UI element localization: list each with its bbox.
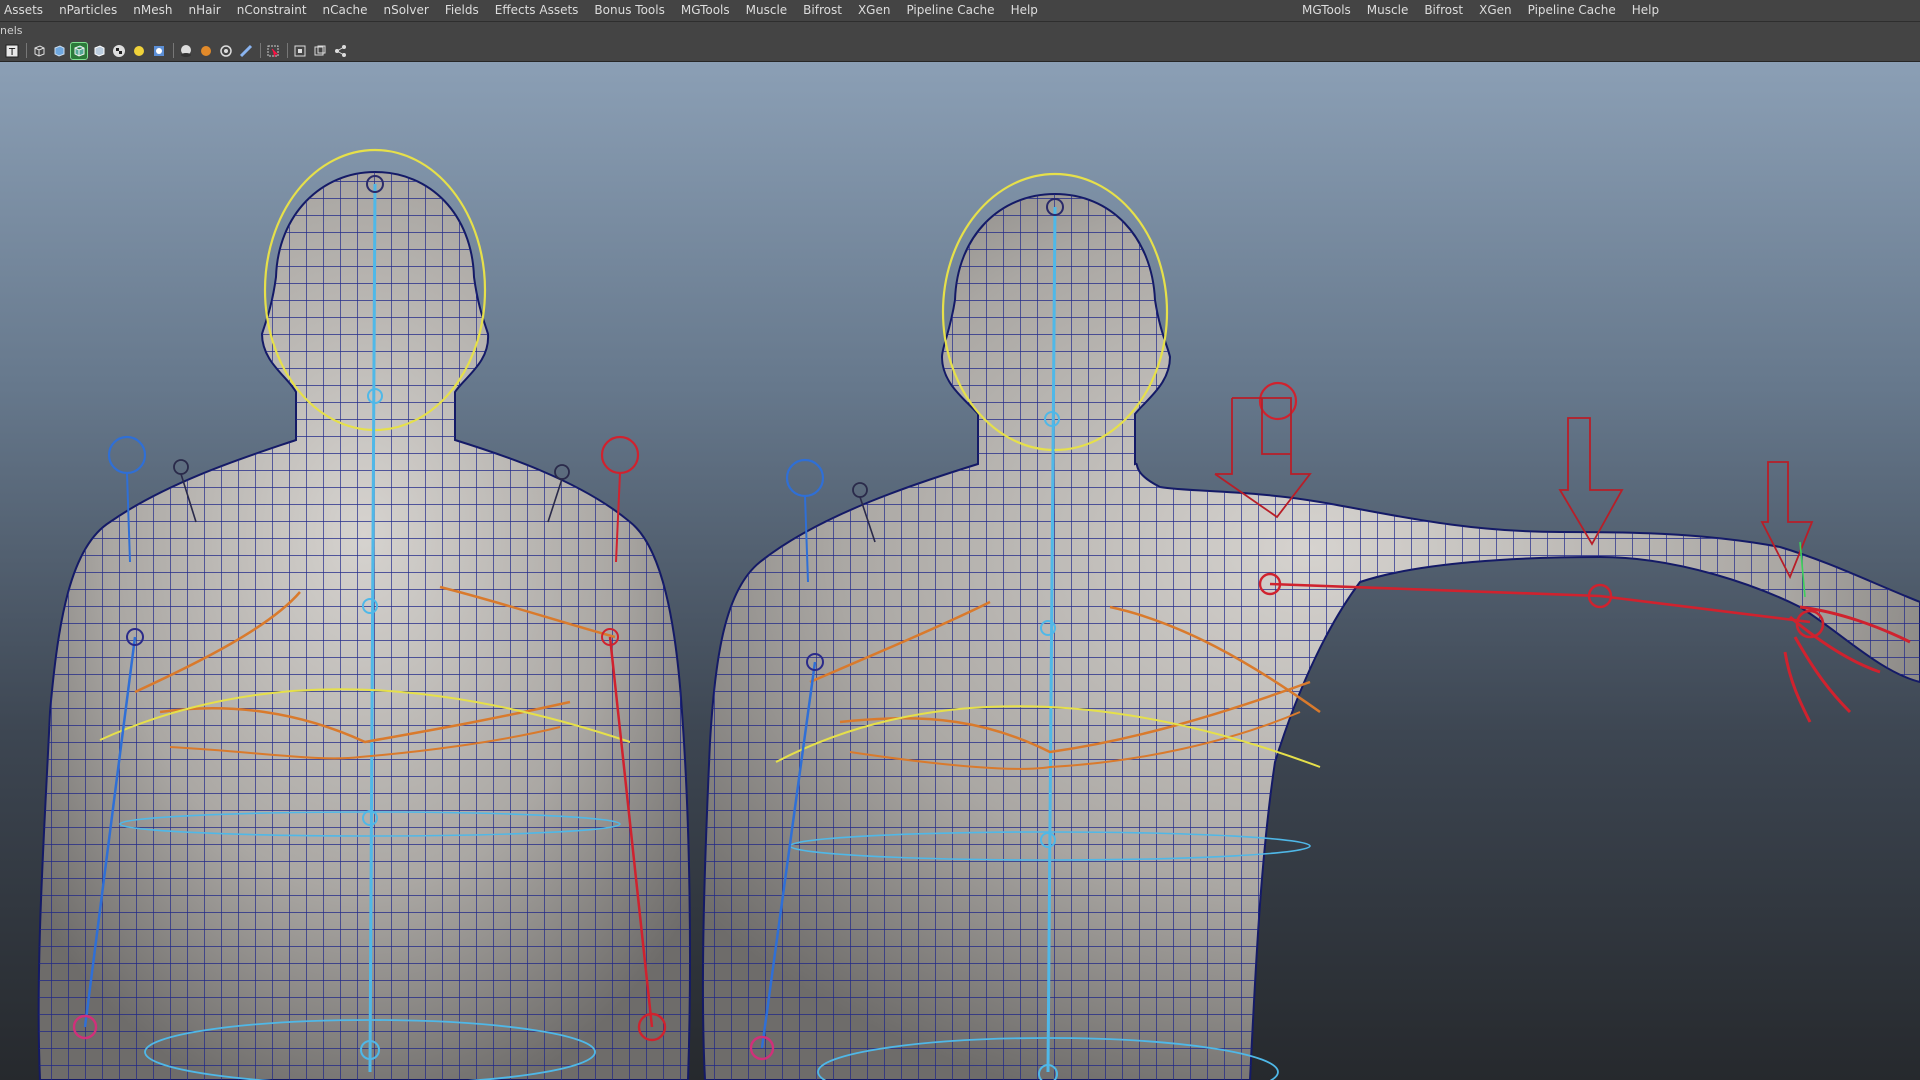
- shadow-icon: [181, 44, 191, 57]
- menu-nconstraint[interactable]: nConstraint: [229, 0, 315, 21]
- wireframe-cube-button[interactable]: [31, 43, 47, 59]
- toolbar-separator: [260, 43, 261, 58]
- menu-assets[interactable]: Assets: [0, 0, 51, 21]
- toolbar-separator: [287, 43, 288, 58]
- isolate-select-icon: [294, 45, 306, 56]
- menu-fields[interactable]: Fields: [437, 0, 487, 21]
- wireframe-on-shaded-button[interactable]: [70, 41, 88, 60]
- menu-nmesh[interactable]: nMesh: [125, 0, 180, 21]
- pole-vector-right[interactable]: [600, 435, 640, 475]
- smooth-shade-cube-icon: [54, 44, 65, 57]
- bounding-box-icon: [94, 44, 105, 57]
- anti-aliasing-icon: [239, 44, 253, 57]
- motion-blur-button[interactable]: [218, 43, 234, 59]
- ambient-occlusion-icon: [201, 45, 211, 56]
- xray-icon: [314, 45, 326, 55]
- default-light-button[interactable]: [151, 43, 167, 59]
- 3d-viewport[interactable]: [0, 62, 1920, 1080]
- motion-blur-icon: [220, 44, 232, 57]
- select-tool-icon: [267, 45, 279, 57]
- character-left[interactable]: [0, 62, 760, 1080]
- anti-aliasing-button[interactable]: [238, 43, 254, 59]
- menu-nparticles[interactable]: nParticles: [51, 0, 125, 21]
- menu-nhair[interactable]: nHair: [180, 0, 228, 21]
- text-icon: T: [5, 44, 19, 58]
- menu-group-left: Assets nParticles nMesh nHair nConstraint nCa…: [0, 0, 1046, 21]
- main-menu-bar: Assets nParticles nMesh nHair nConstraint nCa…: [0, 0, 1920, 22]
- checker-texture-button[interactable]: [111, 43, 127, 59]
- menu-muscle[interactable]: Muscle: [1359, 0, 1417, 21]
- xray-button[interactable]: [312, 43, 328, 59]
- panels-menu[interactable]: nels: [0, 24, 23, 37]
- viewport-toolbar: T: [0, 40, 1920, 62]
- ambient-occlusion-button[interactable]: [198, 43, 214, 59]
- menu-help[interactable]: Help: [1003, 0, 1046, 21]
- joint-display-button[interactable]: [332, 43, 348, 59]
- elbow-arrow-control[interactable]: [1558, 417, 1624, 546]
- toolbar-separator: [173, 43, 174, 58]
- menu-pipeline-cache[interactable]: Pipeline Cache: [898, 0, 1002, 21]
- select-tool-button[interactable]: [265, 43, 281, 59]
- menu-mgtools[interactable]: MGTools: [1298, 0, 1359, 21]
- smooth-shade-cube-button[interactable]: [51, 43, 67, 59]
- maya-app-window: Assets nParticles nMesh nHair nConstraint nCa…: [0, 0, 1920, 1080]
- text-button[interactable]: T: [4, 43, 20, 59]
- menu-pipeline-cache[interactable]: Pipeline Cache: [1520, 0, 1624, 21]
- menu-xgen[interactable]: XGen: [850, 0, 899, 21]
- viewport-scene[interactable]: [0, 62, 1920, 1080]
- menu-muscle[interactable]: Muscle: [738, 0, 796, 21]
- menu-bifrost[interactable]: Bifrost: [1416, 0, 1471, 21]
- default-light-icon: [154, 45, 164, 56]
- menu-xgen[interactable]: XGen: [1471, 0, 1520, 21]
- wireframe-on-shaded-icon: [74, 44, 85, 57]
- menu-bifrost[interactable]: Bifrost: [795, 0, 850, 21]
- menu-effects-assets[interactable]: Effects Assets: [487, 0, 587, 21]
- svg-text:T: T: [8, 47, 16, 58]
- menu-group-right: MGTools Muscle Bifrost XGen Pipeline Cache He…: [1298, 0, 1667, 21]
- isolate-select-button[interactable]: [292, 43, 308, 59]
- menu-mgtools[interactable]: MGTools: [673, 0, 738, 21]
- wireframe-cube-icon: [34, 44, 45, 57]
- menu-help[interactable]: Help: [1624, 0, 1667, 21]
- lighting-sun-button[interactable]: [131, 43, 147, 59]
- character-right[interactable]: [690, 62, 1920, 1080]
- lighting-sun-icon: [134, 45, 144, 56]
- menu-nsolver[interactable]: nSolver: [375, 0, 436, 21]
- menu-bonus-tools[interactable]: Bonus Tools: [586, 0, 672, 21]
- panel-menu-bar: nels: [0, 22, 1920, 40]
- toolbar-separator: [26, 43, 27, 58]
- pole-vector-left[interactable]: [107, 435, 147, 475]
- bounding-box-button[interactable]: [91, 43, 107, 59]
- menu-ncache[interactable]: nCache: [315, 0, 376, 21]
- shadow-button[interactable]: [178, 43, 194, 59]
- joint-display-icon: [335, 44, 346, 57]
- checker-texture-icon: [113, 44, 125, 57]
